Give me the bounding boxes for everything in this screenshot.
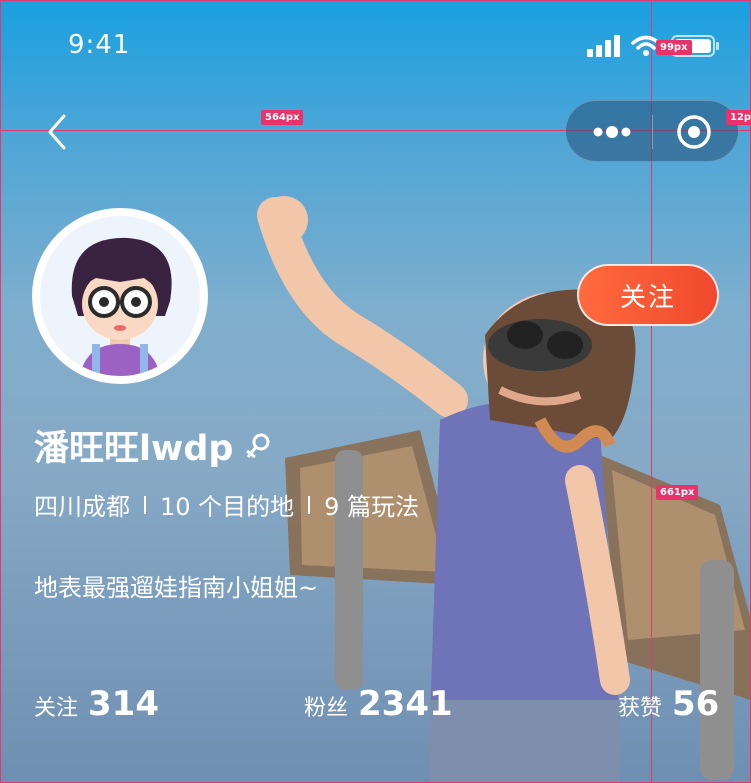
location-text: 四川成都: [34, 493, 130, 521]
guides-text[interactable]: 9 篇玩法: [324, 487, 419, 522]
stat-value: 56: [672, 684, 720, 724]
stat-followers[interactable]: 粉丝 2341: [304, 684, 453, 724]
more-icon[interactable]: [592, 120, 632, 144]
stat-following[interactable]: 关注 314: [34, 684, 159, 724]
back-button[interactable]: [40, 112, 80, 152]
destinations-text[interactable]: 10 个目的地: [160, 487, 294, 522]
female-icon: [246, 433, 270, 458]
avatar[interactable]: [32, 208, 208, 384]
stats-row: 关注 314 粉丝 2341 获赞 56: [34, 684, 724, 734]
status-icons: [587, 34, 721, 58]
status-bar: 9:41: [0, 0, 751, 92]
meta-divider: [144, 495, 146, 514]
stat-value: 314: [88, 684, 159, 724]
stat-label: 粉丝: [304, 696, 349, 721]
status-time: 9:41: [68, 30, 131, 60]
profile-name-row: 潘旺旺lwdp: [34, 420, 273, 471]
meta-divider: [308, 495, 311, 514]
stat-label: 获赞: [618, 696, 663, 721]
profile-name: 潘旺旺lwdp: [34, 429, 234, 469]
profile-bio: 地表最强遛娃指南小姐姐~: [34, 574, 319, 602]
stat-likes[interactable]: 获赞 56: [618, 684, 719, 724]
measure-label: 661px: [656, 485, 699, 500]
stat-label: 关注: [34, 696, 79, 721]
close-target-icon[interactable]: [676, 114, 712, 150]
capsule-divider: [652, 115, 653, 149]
measure-label: 564px: [261, 110, 304, 125]
stat-value: 2341: [358, 684, 453, 724]
mini-program-capsule: [565, 100, 739, 162]
measure-label: 12p: [726, 110, 751, 125]
measure-label: 99px: [656, 40, 692, 55]
signal-icon: [587, 35, 620, 57]
follow-button[interactable]: 关注: [577, 264, 719, 326]
profile-meta: 四川成都 10 个目的地 9 篇玩法: [34, 487, 419, 522]
chevron-left-icon: [48, 114, 66, 150]
avatar-image: [40, 216, 200, 376]
